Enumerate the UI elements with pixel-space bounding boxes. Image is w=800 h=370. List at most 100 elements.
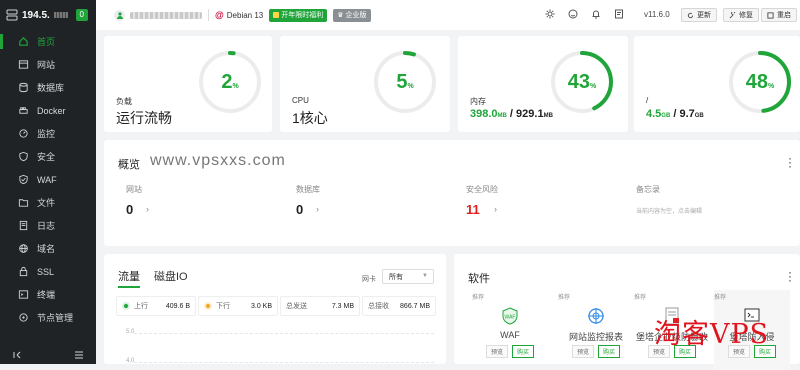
user-icon — [116, 12, 123, 19]
log-icon — [18, 220, 29, 231]
node-icon — [18, 312, 29, 323]
overview-memo-placeholder[interactable]: 当前内容为空，点击编辑 — [636, 206, 702, 215]
docker-icon — [18, 105, 29, 116]
traffic-card: 流量 磁盘IO 网卡 所有 ▼ 上行 409.6 B 下行 3.0 KB 总发送… — [104, 254, 446, 364]
preview-button[interactable]: 预览 — [486, 345, 509, 358]
sidebar-item-files[interactable]: 文件 — [0, 191, 96, 214]
total-recv-stat: 总接收 866.7 MB — [362, 296, 436, 316]
globe-icon — [18, 59, 29, 70]
tab-disk-io[interactable]: 磁盘IO — [154, 268, 188, 288]
site-watermark: www.vpsxxs.com — [150, 152, 286, 169]
software-item-site-monitor[interactable]: 推荐 网站监控报表 预览 购买 — [558, 290, 634, 370]
download-dot-icon — [204, 302, 212, 310]
software-name: WAF — [500, 330, 520, 340]
sidebar-item-label: 域名 — [37, 244, 56, 254]
bell-icon[interactable] — [591, 9, 601, 19]
restart-button[interactable]: 重启 — [761, 8, 797, 22]
sidebar-item-database[interactable]: 数据库 — [0, 76, 96, 99]
sidebar-item-label: Docker — [37, 105, 66, 116]
software-buttons: 预览 购买 — [572, 345, 621, 358]
cpu-label: CPU — [292, 96, 309, 105]
sidebar-item-waf[interactable]: WAF — [0, 168, 96, 191]
home-icon — [18, 36, 29, 47]
notes-icon[interactable] — [614, 9, 624, 19]
more-icon[interactable]: · · · — [788, 266, 792, 286]
sidebar-item-domain[interactable]: 域名 — [0, 237, 96, 260]
restart-label: 重启 — [777, 12, 791, 19]
chevron-right-icon[interactable]: › — [494, 204, 497, 214]
load-status: 运行流畅 — [116, 110, 172, 126]
buy-button[interactable]: 购买 — [512, 345, 535, 358]
support-icon[interactable] — [568, 9, 578, 19]
chevron-right-icon[interactable]: › — [316, 204, 319, 214]
sidebar-item-label: 网站 — [37, 60, 56, 70]
enterprise-button[interactable]: ♛ 企业版 — [333, 8, 371, 22]
axis-tick: 4.0 — [126, 358, 135, 364]
refresh-icon — [687, 12, 694, 18]
chevron-right-icon[interactable]: › — [146, 204, 149, 214]
sidebar-item-label: 终端 — [37, 290, 56, 300]
shield-icon — [18, 151, 29, 162]
tab-traffic[interactable]: 流量 — [118, 268, 140, 288]
sidebar-item-ssl[interactable]: SSL — [0, 260, 96, 283]
traffic-tabs: 流量 磁盘IO — [118, 268, 188, 288]
repair-button[interactable]: 修复 — [723, 8, 759, 22]
load-card[interactable]: 负载 运行流畅 2% — [104, 36, 272, 132]
sidebar-item-security[interactable]: 安全 — [0, 145, 96, 168]
more-icon[interactable]: · · · — [788, 152, 792, 172]
total-sent-value: 7.3 MB — [331, 302, 354, 310]
sidebar-item-label: 节点管理 — [37, 313, 74, 323]
overview-sites-value[interactable]: 0 — [126, 202, 133, 217]
memory-card[interactable]: 内存 398.0MB / 929.1MB 43% — [458, 36, 628, 132]
gauge-value: 2% — [198, 50, 262, 114]
cpu-gauge: 5% — [373, 50, 437, 114]
memory-gauge: 43% — [550, 50, 614, 114]
chevron-down-icon: ▼ — [422, 273, 428, 279]
percent-sign: % — [232, 82, 239, 90]
sidebar-item-monitor[interactable]: 监控 — [0, 122, 96, 145]
gauge-value: 43% — [550, 50, 614, 114]
buy-button[interactable]: 购买 — [598, 345, 621, 358]
sidebar-item-home[interactable]: 首页 — [0, 30, 96, 53]
memory-total: 929.1 — [516, 108, 544, 120]
cpu-card[interactable]: CPU 1核心 5% — [280, 36, 450, 132]
cpu-percent: 5 — [396, 70, 408, 93]
overview-risk-label: 安全风险 — [466, 185, 498, 194]
nic-value: 所有 — [389, 273, 403, 281]
update-button[interactable]: 更新 — [681, 8, 717, 22]
menu-icon[interactable] — [74, 350, 84, 360]
disk-total-unit: GB — [694, 113, 704, 119]
memory-label: 内存 — [470, 97, 486, 106]
total-recv-value: 866.7 MB — [400, 302, 430, 310]
download-value: 3.0 KB — [250, 302, 272, 310]
sidebar-item-terminal[interactable]: 终端 — [0, 283, 96, 306]
disk-used-unit: GB — [661, 113, 671, 119]
avatar[interactable] — [114, 9, 125, 21]
promo-button[interactable]: 开年限时福利 — [269, 8, 328, 22]
restart-icon — [767, 11, 774, 19]
load-gauge: 2% — [198, 50, 262, 114]
upload-label: 上行 — [134, 303, 148, 310]
recommend-tag: 推荐 — [634, 295, 647, 301]
sidebar-item-nodes[interactable]: 节点管理 — [0, 306, 96, 329]
overview-risk-value[interactable]: 11 — [466, 202, 480, 217]
sidebar-item-docker[interactable]: Docker — [0, 99, 96, 122]
upload-value: 409.6 B — [165, 302, 190, 310]
sidebar-item-website[interactable]: 网站 — [0, 53, 96, 76]
preview-button[interactable]: 预览 — [572, 345, 595, 358]
memory-used-unit: MB — [497, 113, 507, 119]
percent-sign: % — [768, 82, 775, 90]
sun-icon[interactable] — [545, 9, 555, 19]
disk-card[interactable]: / 4.5GB / 9.7GB 48% — [634, 36, 800, 132]
software-item-waf[interactable]: 推荐 WAF WAF 预览 购买 — [472, 290, 548, 370]
host-badge[interactable]: 0 — [75, 9, 88, 21]
software-buttons: 预览 购买 — [486, 345, 535, 358]
sidebar-item-logs[interactable]: 日志 — [0, 214, 96, 237]
nic-select[interactable]: 所有 ▼ — [382, 269, 434, 284]
collapse-icon[interactable] — [12, 350, 22, 360]
domain-icon — [18, 243, 29, 254]
overview-card: 概览 www.vpsxxs.com · · · 网站 0 › 数据库 0 › 安全风… — [104, 140, 800, 246]
disk-gauge: 48% — [728, 50, 792, 114]
svg-text:WAF: WAF — [505, 315, 516, 321]
overview-db-value[interactable]: 0 — [296, 202, 303, 217]
